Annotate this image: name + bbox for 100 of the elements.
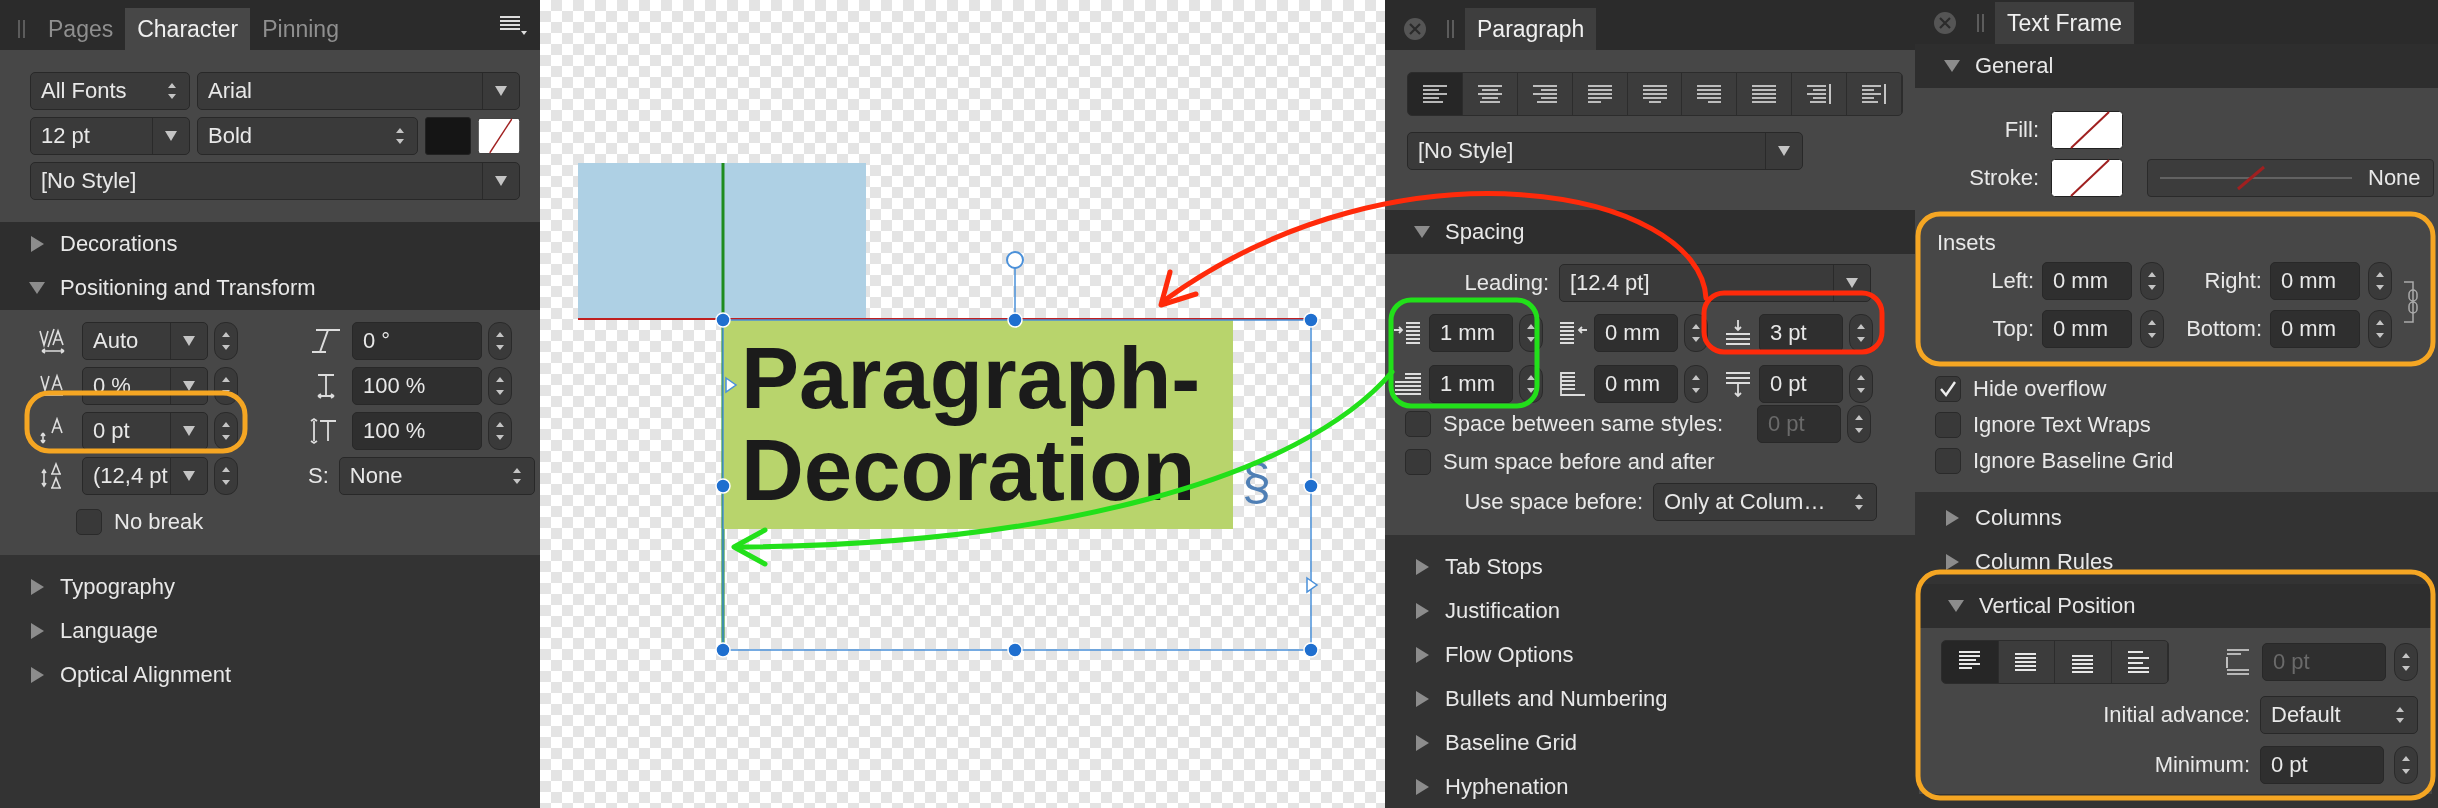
spin-button[interactable] bbox=[2394, 746, 2418, 784]
section-header[interactable]: Positioning and Transform bbox=[0, 266, 540, 310]
checkbox[interactable] bbox=[76, 509, 102, 535]
text-flow-port-icon[interactable] bbox=[1306, 576, 1319, 594]
spin-button[interactable] bbox=[1684, 365, 1708, 403]
section-header[interactable]: Columns bbox=[1915, 496, 2438, 540]
section-header[interactable]: Bullets and Numbering bbox=[1385, 677, 1915, 721]
checkbox[interactable] bbox=[1935, 376, 1961, 402]
section-header[interactable]: Spacing bbox=[1385, 210, 1915, 254]
resize-handle[interactable] bbox=[715, 478, 731, 494]
decorated-paragraph-text: Paragraph- Decoration bbox=[723, 320, 1233, 529]
value-field[interactable]: 0 pt bbox=[1759, 365, 1843, 403]
spin-button[interactable] bbox=[2368, 310, 2392, 348]
style-dropdown[interactable]: [No Style] bbox=[30, 162, 520, 200]
text-flow-port-icon[interactable] bbox=[725, 376, 738, 394]
section-header[interactable]: Baseline Grid bbox=[1385, 721, 1915, 765]
panel-tab[interactable]: Text Frame bbox=[1995, 2, 2135, 44]
resize-handle[interactable] bbox=[1303, 478, 1319, 494]
checkbox-label: Ignore Text Wraps bbox=[1973, 412, 2151, 438]
use-space-before-popup[interactable]: Only at Colum… bbox=[1653, 483, 1877, 521]
section-header[interactable]: Hyphenation bbox=[1385, 765, 1915, 808]
resize-handle[interactable] bbox=[1303, 312, 1319, 328]
checkbox[interactable] bbox=[1935, 448, 1961, 474]
resize-handle[interactable] bbox=[715, 312, 731, 328]
section-header[interactable]: Decorations bbox=[0, 222, 540, 266]
checkbox-label: Sum space before and after bbox=[1443, 449, 1715, 475]
value-field[interactable]: 3 pt bbox=[1759, 314, 1843, 352]
no-color-swatch[interactable] bbox=[2051, 111, 2123, 149]
no-color-swatch[interactable] bbox=[478, 118, 520, 154]
value-dropdown[interactable]: Auto bbox=[82, 322, 208, 360]
value-field[interactable]: 0 mm bbox=[2042, 262, 2132, 300]
stroke-style-dropdown[interactable]: None bbox=[2147, 159, 2434, 197]
initial-advance-popup[interactable]: Default bbox=[2260, 696, 2418, 734]
resize-handle[interactable] bbox=[1303, 642, 1319, 658]
checkbox[interactable] bbox=[1405, 449, 1431, 475]
leading-dropdown[interactable]: [12.4 pt] bbox=[1559, 264, 1871, 302]
value-field[interactable]: 0 mm bbox=[2270, 310, 2360, 348]
grip-icon[interactable] bbox=[1447, 19, 1455, 39]
checkbox[interactable] bbox=[1935, 412, 1961, 438]
section-header[interactable]: Justification bbox=[1385, 589, 1915, 633]
text-color-swatch[interactable] bbox=[425, 117, 471, 155]
resize-handle[interactable] bbox=[1007, 312, 1023, 328]
resize-handle[interactable] bbox=[1007, 642, 1023, 658]
section-header[interactable]: Tab Stops bbox=[1385, 545, 1915, 589]
spin-button[interactable] bbox=[2140, 310, 2164, 348]
spin-button[interactable] bbox=[2368, 262, 2392, 300]
value-field[interactable]: 100 % bbox=[352, 412, 482, 450]
panel-tab[interactable]: Character bbox=[125, 8, 251, 50]
value-field[interactable]: 0 mm bbox=[1594, 365, 1678, 403]
resize-handle[interactable] bbox=[715, 642, 731, 658]
section-header[interactable]: Flow Options bbox=[1385, 633, 1915, 677]
grip-icon[interactable] bbox=[1977, 13, 1985, 33]
field-label: Use space before: bbox=[1464, 489, 1643, 515]
checkbox-label: No break bbox=[114, 509, 204, 535]
font-family-dropdown[interactable]: Arial bbox=[197, 72, 520, 110]
value-dropdown[interactable]: (12,4 pt bbox=[82, 457, 208, 495]
spin-button[interactable] bbox=[2394, 643, 2418, 681]
section-header[interactable]: General bbox=[1915, 44, 2438, 88]
value-dropdown[interactable]: 0 pt bbox=[82, 412, 208, 450]
section-header[interactable]: Column Rules bbox=[1915, 540, 2438, 584]
grip-icon[interactable] bbox=[18, 19, 26, 39]
panel-tab[interactable]: Pinning bbox=[250, 8, 351, 50]
panel-tab[interactable]: Pages bbox=[36, 8, 126, 50]
font-size-dropdown[interactable]: 12 pt bbox=[30, 117, 190, 155]
caret-icon bbox=[1846, 278, 1858, 288]
value-field[interactable]: 0 mm bbox=[1594, 314, 1678, 352]
paragraph-style-dropdown[interactable]: [No Style] bbox=[1407, 132, 1803, 170]
section-header[interactable]: Vertical Position bbox=[1919, 584, 2432, 628]
section-header[interactable]: Typography bbox=[0, 565, 540, 609]
spin-button[interactable] bbox=[1847, 405, 1871, 443]
spin-button[interactable] bbox=[214, 322, 238, 360]
vertical-alignment-button[interactable] bbox=[1942, 641, 1999, 683]
font-style-popup[interactable]: Bold bbox=[197, 117, 418, 155]
spin-button[interactable] bbox=[214, 457, 238, 495]
spin-button[interactable] bbox=[2140, 262, 2164, 300]
value-field[interactable]: 1 mm bbox=[1429, 365, 1513, 403]
spin-button[interactable] bbox=[1849, 365, 1873, 403]
no-color-swatch[interactable] bbox=[2051, 159, 2123, 197]
spin-button[interactable] bbox=[488, 322, 512, 360]
spin-button[interactable] bbox=[1849, 314, 1873, 352]
value-field[interactable]: 0 ° bbox=[352, 322, 482, 360]
value-field[interactable]: 0 mm bbox=[2042, 310, 2132, 348]
rotation-handle[interactable] bbox=[1006, 251, 1024, 315]
spin-button[interactable] bbox=[214, 412, 238, 450]
spin-button[interactable] bbox=[488, 412, 512, 450]
value-field[interactable]: 0 pt bbox=[2260, 746, 2384, 784]
value-field[interactable]: 100 % bbox=[352, 367, 482, 405]
font-collection-popup[interactable]: All Fonts bbox=[30, 72, 190, 110]
section-header[interactable]: Optical Alignment bbox=[0, 653, 540, 697]
checkmark-icon bbox=[1938, 379, 1958, 399]
style-popup[interactable]: None bbox=[338, 457, 535, 495]
spin-button[interactable] bbox=[488, 367, 512, 405]
chain-link-icon[interactable] bbox=[2403, 280, 2419, 324]
value-field[interactable]: 0 mm bbox=[2270, 262, 2360, 300]
section-header[interactable]: Language bbox=[0, 609, 540, 653]
space-before-icon bbox=[1723, 318, 1753, 348]
text-lines-icon bbox=[1476, 83, 1503, 105]
alignment-button[interactable] bbox=[1408, 73, 1463, 115]
panel-tab[interactable]: Paragraph bbox=[1465, 8, 1597, 50]
value-field[interactable]: 1 mm bbox=[1429, 314, 1513, 352]
